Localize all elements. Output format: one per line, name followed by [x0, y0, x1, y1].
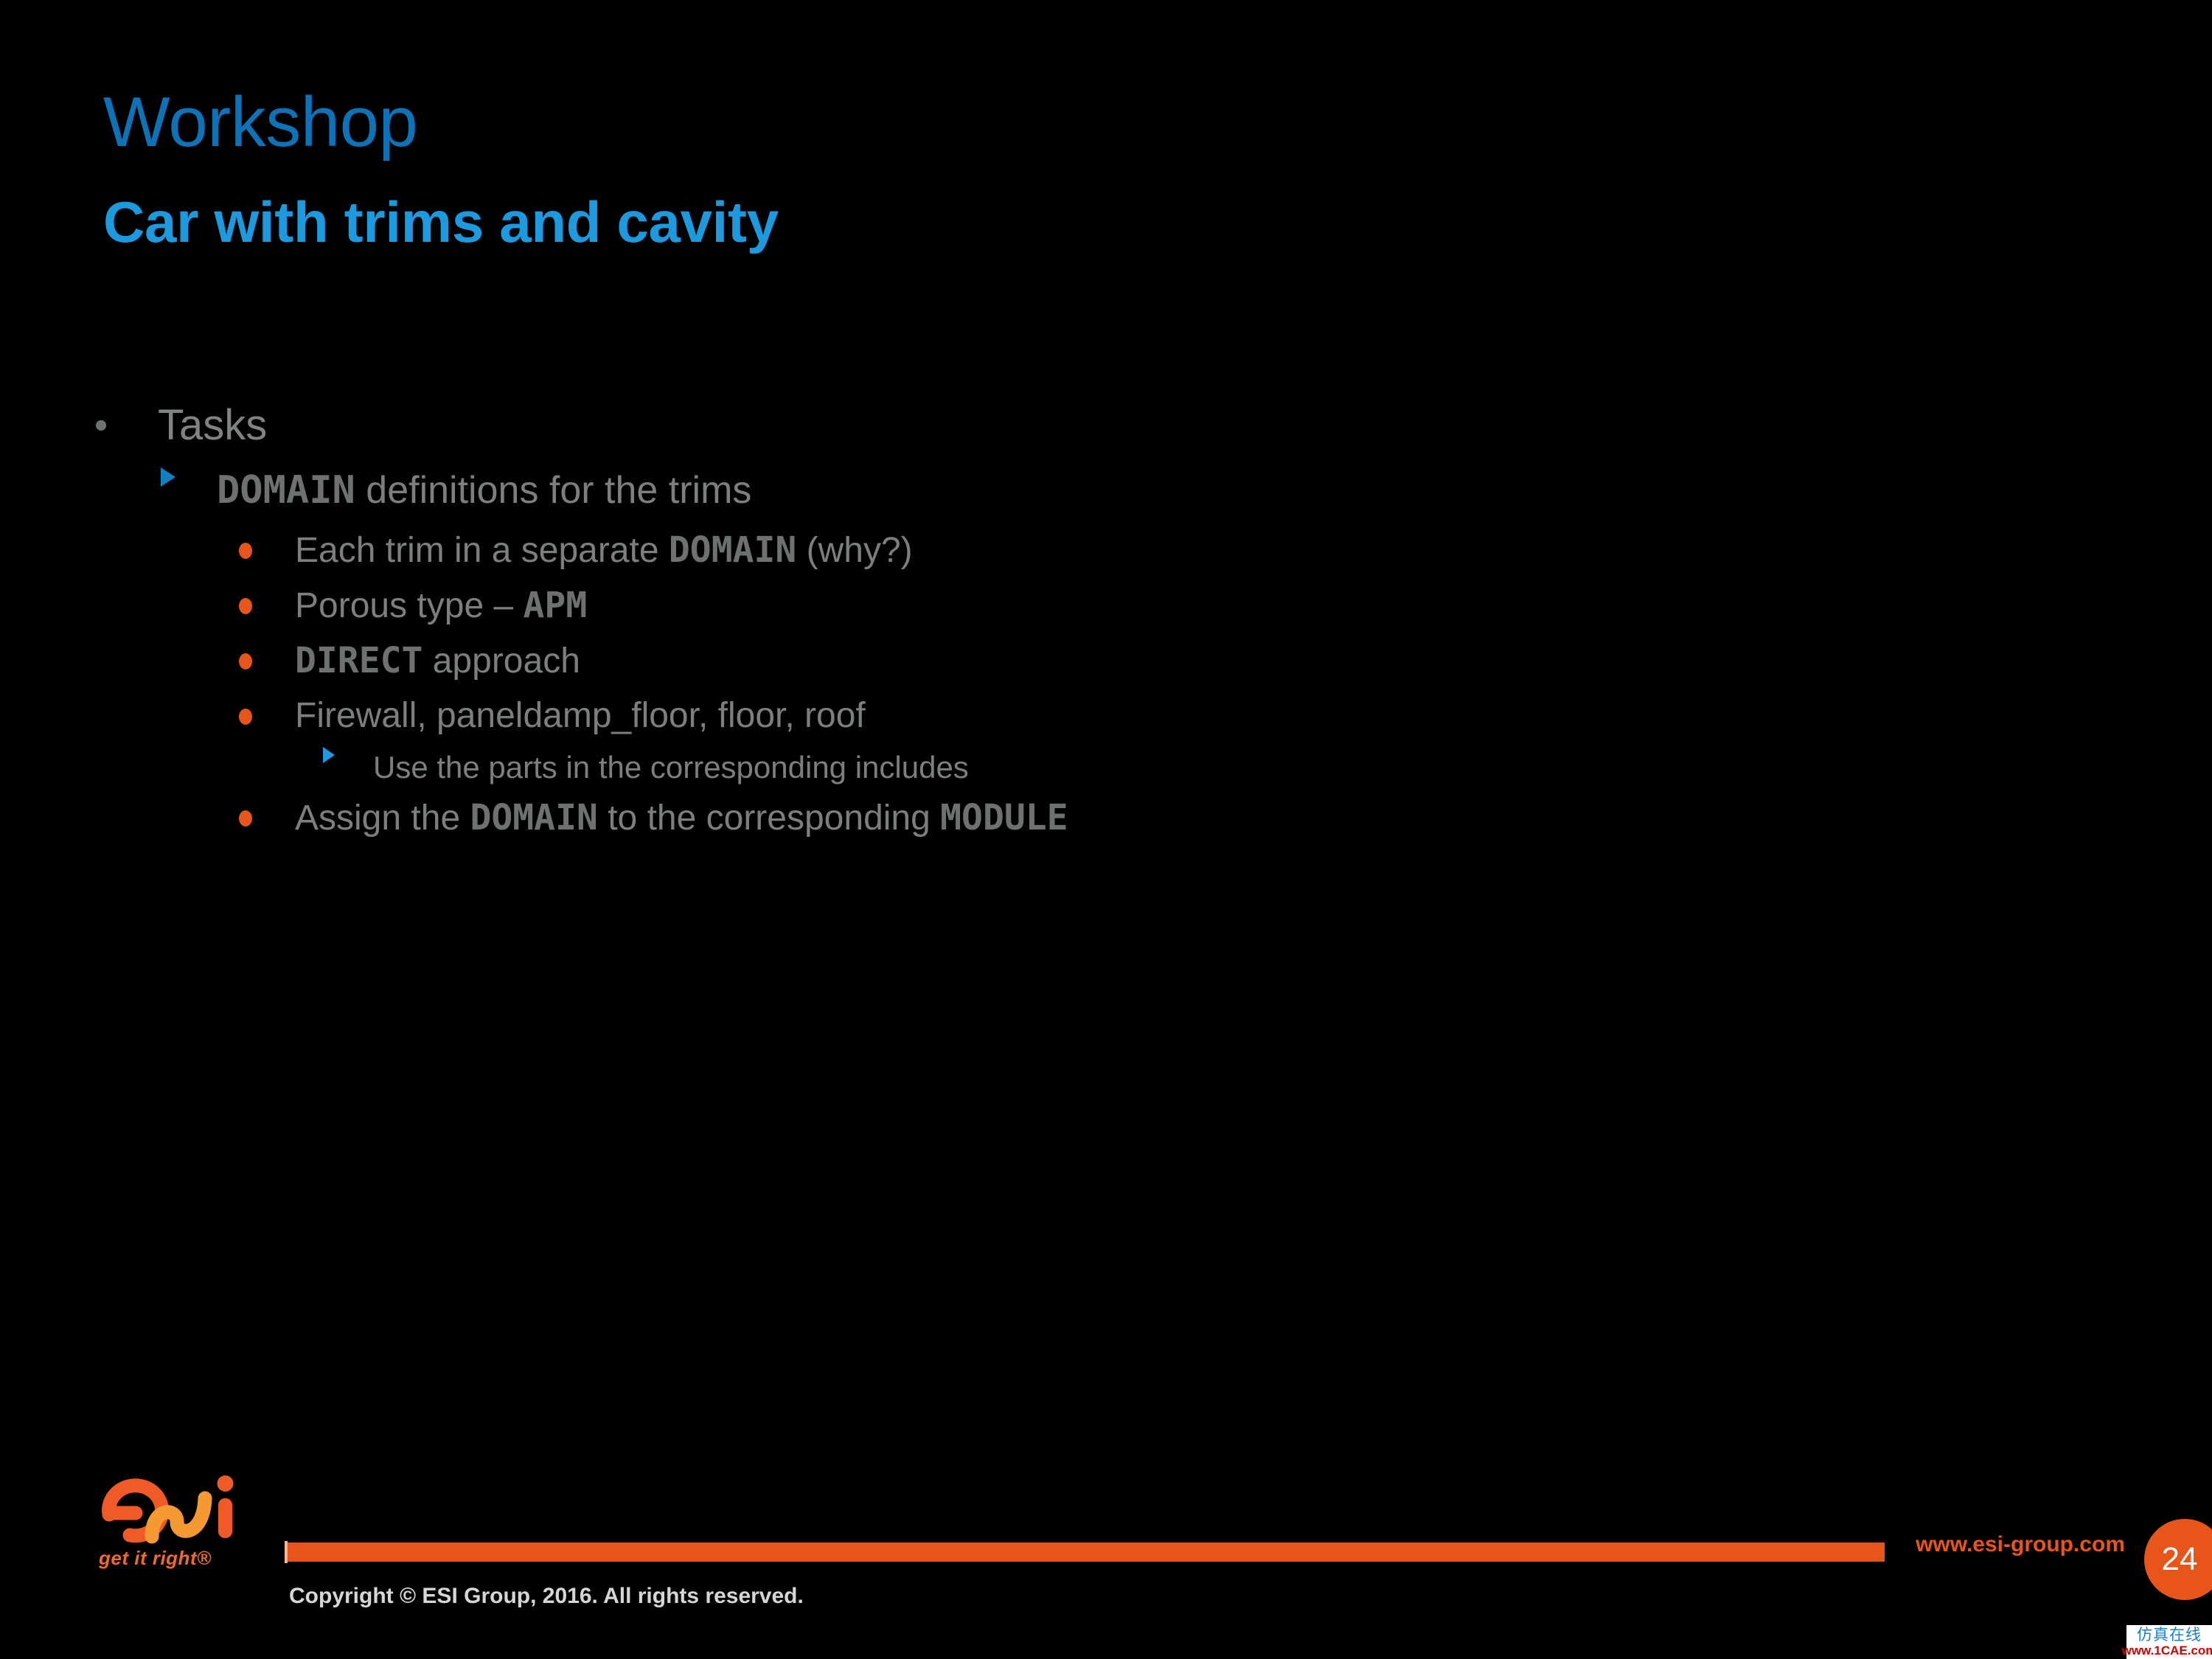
watermark: 仿真在线 www.1CAE.com [2122, 1625, 2212, 1659]
footer-divider-bar [286, 1543, 1885, 1562]
website-link[interactable]: www.esi-group.com [1916, 1532, 2125, 1557]
list-item-text: Each trim in a separate [295, 531, 669, 570]
triangle-bullet-icon [161, 465, 217, 487]
triangle-bullet-icon [323, 745, 373, 763]
round-bullet-icon [239, 580, 295, 614]
list-item-text: (why?) [796, 531, 913, 570]
list-item-label: DOMAIN definitions for the trims [217, 465, 751, 516]
list-item: Firewall, paneldamp_floor, floor, roof [239, 691, 2085, 741]
list-item-domain-definitions: DOMAIN definitions for the trims [161, 465, 2085, 516]
list-item-use-parts: Use the parts in the corresponding inclu… [323, 745, 2085, 790]
keyword-domain: DOMAIN [470, 797, 598, 838]
list-item-text: definitions for the trims [355, 469, 752, 512]
list-item: DIRECT approach [239, 636, 2085, 686]
list-item-text: to the corresponding [597, 799, 941, 838]
list-item-label: Assign the DOMAIN to the corresponding M… [295, 793, 1068, 844]
copyright-notice: Copyright © ESI Group, 2016. All rights … [289, 1584, 804, 1608]
keyword-domain: DOMAIN [668, 529, 797, 571]
slide-canvas: Workshop Car with trims and cavity • Tas… [0, 0, 2212, 1659]
list-item: Porous type – APM [239, 580, 2085, 631]
list-item-text: Porous type – [295, 586, 524, 625]
keyword-module: MODULE [940, 797, 1068, 838]
esi-logo-tagline: get it right® [99, 1547, 212, 1569]
keyword-apm: APM [523, 585, 588, 626]
list-item-label: Each trim in a separate DOMAIN (why?) [295, 525, 913, 576]
watermark-url: www.1CAE.com [2121, 1644, 2212, 1658]
round-bullet-icon [239, 525, 295, 559]
list-item-text: Assign the [295, 799, 470, 838]
page-number-badge: 24 [2144, 1519, 2212, 1600]
round-bullet-icon [239, 793, 295, 827]
round-bullet-icon: • [94, 404, 108, 447]
list-item: Each trim in a separate DOMAIN (why?) [239, 525, 2085, 576]
list-item-label: Tasks [158, 401, 268, 449]
content-body: • Tasks DOMAIN definitions for the trims… [94, 398, 2085, 848]
list-item-text: approach [422, 641, 580, 681]
keyword-domain: DOMAIN [217, 468, 355, 512]
list-item-assign-domain: Assign the DOMAIN to the corresponding M… [239, 793, 2085, 844]
list-item-label: DIRECT approach [295, 636, 580, 686]
page-subtitle: Car with trims and cavity [103, 189, 779, 254]
list-item-label: Porous type – APM [295, 580, 587, 631]
page-number: 24 [2161, 1541, 2198, 1577]
list-item-label: Firewall, paneldamp_floor, floor, roof [295, 696, 866, 735]
list-item-tasks: • Tasks [94, 398, 2085, 453]
keyword-direct: DIRECT [295, 640, 423, 681]
page-title: Workshop [103, 83, 418, 161]
list-item-label: Use the parts in the corresponding inclu… [373, 750, 969, 785]
watermark-chinese-text: 仿真在线 [2137, 1626, 2202, 1644]
footer-divider-cap [285, 1541, 288, 1563]
round-bullet-icon [239, 691, 295, 725]
title-block: Workshop Car with trims and cavity [103, 87, 1947, 251]
round-bullet-icon [239, 636, 295, 669]
